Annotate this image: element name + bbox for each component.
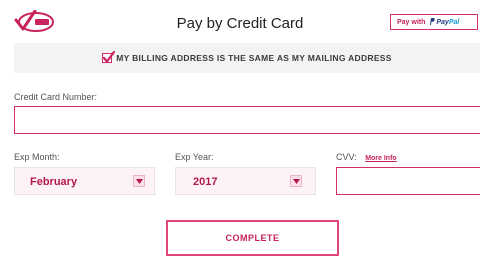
paypal-prefix-label: Pay with bbox=[397, 19, 426, 26]
cvv-input[interactable] bbox=[336, 167, 480, 195]
exp-year-select[interactable]: 2017 bbox=[175, 167, 316, 195]
card-number-label: Credit Card Number: bbox=[14, 92, 98, 102]
exp-year-label: Exp Year: bbox=[175, 152, 214, 162]
paypal-brand-pal: Pal bbox=[448, 19, 460, 26]
card-number-input[interactable] bbox=[14, 106, 480, 134]
cvv-label: CVV: bbox=[336, 152, 357, 162]
billing-same-as-mailing-bar: MY BILLING ADDRESS IS THE SAME AS MY MAI… bbox=[14, 43, 480, 73]
exp-month-select[interactable]: February bbox=[14, 167, 155, 195]
complete-button[interactable]: COMPLETE bbox=[166, 220, 339, 256]
chevron-down-icon bbox=[290, 175, 302, 187]
paypal-brand: PayPal bbox=[436, 19, 459, 26]
pay-with-paypal-button[interactable]: Pay with PayPal bbox=[390, 14, 478, 30]
paypal-brand-pay: Pay bbox=[436, 19, 449, 26]
chevron-down-icon bbox=[133, 175, 145, 187]
billing-same-label: MY BILLING ADDRESS IS THE SAME AS MY MAI… bbox=[116, 53, 392, 63]
checkmark-icon bbox=[103, 51, 116, 63]
cvv-more-info-link[interactable]: More Info bbox=[365, 155, 397, 162]
exp-year-value: 2017 bbox=[193, 176, 218, 188]
billing-same-checkbox[interactable] bbox=[102, 51, 116, 63]
exp-month-value: February bbox=[30, 176, 78, 188]
cvv-label-row: CVV: More Info bbox=[336, 152, 397, 164]
exp-month-label: Exp Month: bbox=[14, 152, 60, 162]
paypal-icon bbox=[430, 18, 436, 25]
